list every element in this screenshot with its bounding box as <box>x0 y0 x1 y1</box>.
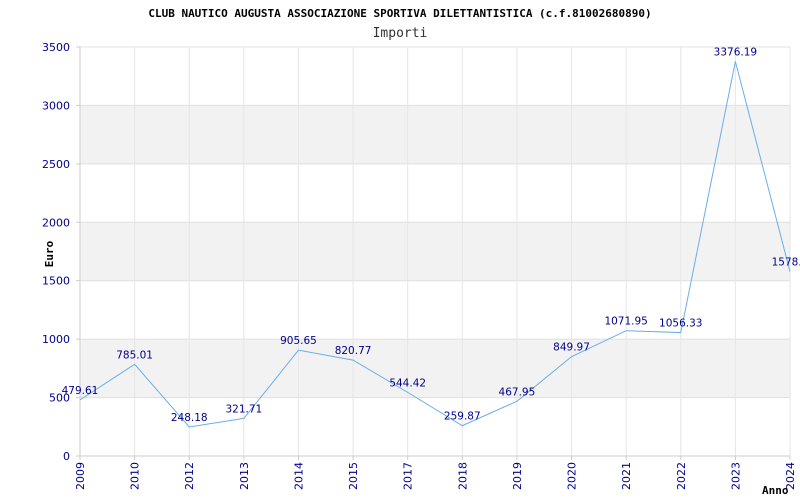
x-tick-label: 2009 <box>74 462 87 490</box>
y-tick-label: 1500 <box>42 275 70 288</box>
x-tick-label: 2012 <box>183 462 196 490</box>
y-tick-label: 2000 <box>42 216 70 229</box>
x-tick-label: 2013 <box>238 462 251 490</box>
data-label: 1578.1 <box>772 257 800 269</box>
data-label: 3376.19 <box>714 46 757 58</box>
y-tick-label: 2500 <box>42 158 70 171</box>
x-tick-label: 2014 <box>292 462 305 490</box>
x-tick-label: 2020 <box>566 462 579 490</box>
x-tick-label: 2019 <box>511 462 524 490</box>
grid-band <box>80 105 790 164</box>
x-axis-ticks: 2009 2010 2012 2013 2014 2015 2017 2018 2019 2020… <box>74 456 797 490</box>
data-label: 1056.33 <box>659 318 702 330</box>
y-tick-label: 3500 <box>42 41 70 54</box>
data-label: 905.65 <box>280 335 317 347</box>
x-tick-label: 2018 <box>456 462 469 490</box>
data-label: 820.77 <box>335 345 372 357</box>
x-tick-label: 2022 <box>675 462 688 490</box>
data-label: 248.18 <box>171 412 208 424</box>
chart-title: CLUB NAUTICO AUGUSTA ASSOCIAZIONE SPORTI… <box>148 7 651 20</box>
data-label: 849.97 <box>553 342 590 354</box>
y-tick-label: 3000 <box>42 99 70 112</box>
x-tick-label: 2021 <box>620 462 633 490</box>
grid-band <box>80 339 790 398</box>
x-tick-label: 2017 <box>402 462 415 490</box>
grid-band <box>80 222 790 281</box>
y-tick-label: 0 <box>63 450 70 463</box>
chart-subtitle: Importi <box>373 26 428 41</box>
y-axis-label: Euro <box>43 240 56 267</box>
data-label: 259.87 <box>444 411 481 423</box>
x-tick-label: 2023 <box>729 462 742 490</box>
data-label: 1071.95 <box>604 316 647 328</box>
data-label: 321.71 <box>225 403 262 415</box>
x-tick-label: 2010 <box>129 462 142 490</box>
x-tick-label: 2015 <box>347 462 360 490</box>
data-label: 544.42 <box>389 377 426 389</box>
grid-bands <box>80 105 790 398</box>
data-label: 785.01 <box>116 349 153 361</box>
data-label: 479.61 <box>62 385 99 397</box>
data-label: 467.95 <box>499 386 536 398</box>
y-tick-label: 1000 <box>42 333 70 346</box>
line-chart: CLUB NAUTICO AUGUSTA ASSOCIAZIONE SPORTI… <box>42 7 800 497</box>
x-axis-label: Anno <box>762 484 789 497</box>
